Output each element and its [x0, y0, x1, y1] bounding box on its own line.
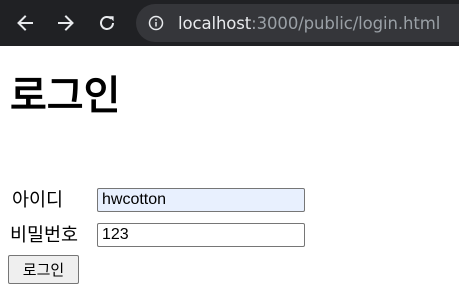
id-label: 아이디	[12, 190, 64, 211]
back-button[interactable]	[11, 9, 39, 37]
forward-arrow-icon	[58, 15, 74, 31]
password-label: 비밀번호	[10, 225, 79, 246]
reload-button[interactable]	[93, 9, 121, 37]
browser-toolbar: localhost:3000/public/login.html	[0, 0, 459, 46]
forward-button[interactable]	[52, 9, 80, 37]
address-bar[interactable]: localhost:3000/public/login.html	[136, 4, 459, 42]
page-title: 로그인	[10, 73, 121, 119]
back-arrow-icon	[17, 15, 33, 31]
url-host: localhost	[178, 13, 252, 33]
id-input[interactable]	[97, 188, 305, 212]
login-page: 로그인 아이디 비밀번호 로그인	[0, 46, 459, 286]
password-input[interactable]	[97, 223, 305, 247]
login-button[interactable]: 로그인	[8, 255, 79, 284]
url-path: :3000/public/login.html	[251, 13, 441, 33]
info-circle-icon	[148, 15, 164, 31]
address-url[interactable]: localhost:3000/public/login.html	[178, 14, 440, 33]
site-info-icon[interactable]	[148, 15, 164, 31]
reload-icon	[100, 16, 114, 30]
